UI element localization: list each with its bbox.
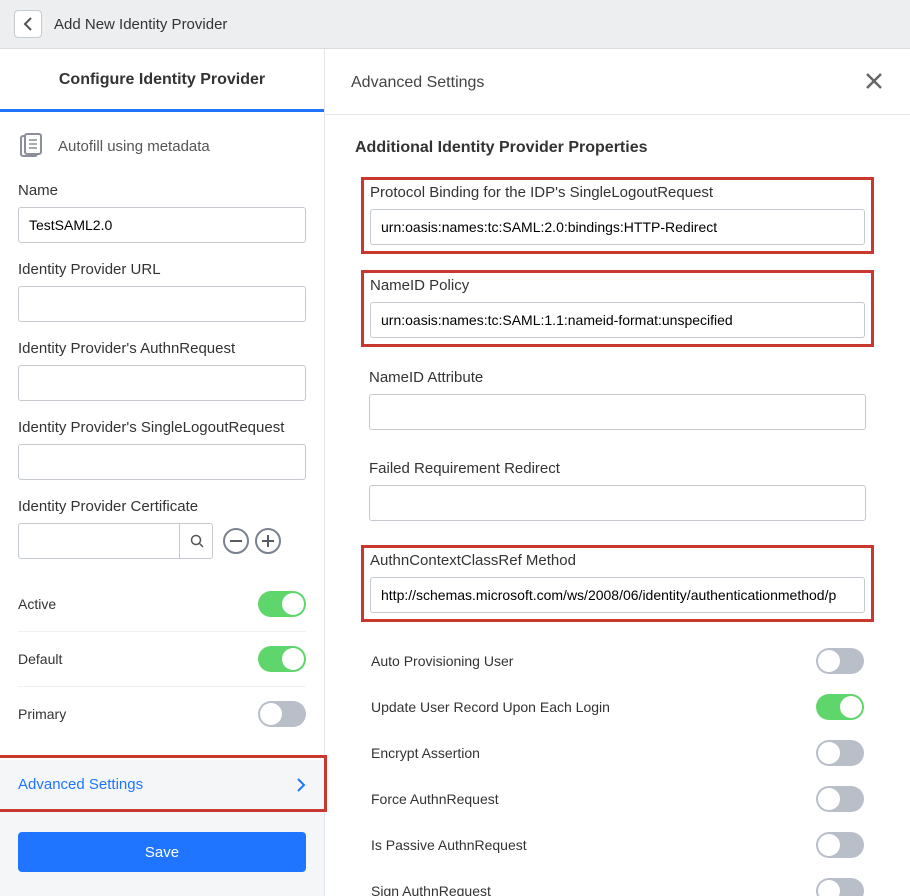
encrypt-label: Encrypt Assertion <box>371 745 480 761</box>
close-icon <box>864 71 884 91</box>
search-icon <box>190 534 204 548</box>
auto-prov-label: Auto Provisioning User <box>371 653 513 669</box>
update-login-label: Update User Record Upon Each Login <box>371 699 610 715</box>
advanced-settings-link[interactable]: Advanced Settings <box>0 760 324 809</box>
name-input[interactable] <box>18 207 306 243</box>
failed-redirect-label: Failed Requirement Redirect <box>369 460 866 477</box>
slo-req-label: Identity Provider's SingleLogoutRequest <box>18 419 306 436</box>
default-label: Default <box>18 651 62 667</box>
cert-label: Identity Provider Certificate <box>18 498 306 515</box>
chevron-left-icon <box>23 17 33 31</box>
sign-authn-label: Sign AuthnRequest <box>371 883 491 896</box>
active-toggle[interactable] <box>258 591 306 617</box>
sign-authn-toggle[interactable] <box>816 878 864 896</box>
encrypt-toggle[interactable] <box>816 740 864 766</box>
force-authn-toggle[interactable] <box>816 786 864 812</box>
close-button[interactable] <box>864 71 884 94</box>
authnctx-label: AuthnContextClassRef Method <box>370 552 865 569</box>
name-label: Name <box>18 182 306 199</box>
primary-toggle[interactable] <box>258 701 306 727</box>
autofill-metadata-link[interactable]: Autofill using metadata <box>18 132 306 160</box>
is-passive-label: Is Passive AuthnRequest <box>371 837 527 853</box>
autofill-label: Autofill using metadata <box>58 138 210 155</box>
failed-redirect-input[interactable] <box>369 485 866 521</box>
left-panel-title: Configure Identity Provider <box>0 49 324 112</box>
idp-url-label: Identity Provider URL <box>18 261 306 278</box>
page-header: Add New Identity Provider <box>0 0 910 49</box>
document-icon <box>18 132 46 160</box>
plus-icon <box>262 535 274 547</box>
page-title: Add New Identity Provider <box>54 16 227 33</box>
default-toggle[interactable] <box>258 646 306 672</box>
auto-prov-toggle[interactable] <box>816 648 864 674</box>
protocol-binding-input[interactable] <box>370 209 865 245</box>
cert-search-button[interactable] <box>179 523 213 559</box>
nameid-attr-input[interactable] <box>369 394 866 430</box>
authnctx-input[interactable] <box>370 577 865 613</box>
is-passive-toggle[interactable] <box>816 832 864 858</box>
chevron-right-icon <box>296 778 306 792</box>
minus-icon <box>230 540 242 542</box>
protocol-binding-label: Protocol Binding for the IDP's SingleLog… <box>370 184 865 201</box>
back-button[interactable] <box>14 10 42 38</box>
authn-req-input[interactable] <box>18 365 306 401</box>
nameid-attr-label: NameID Attribute <box>369 369 866 386</box>
nameid-policy-input[interactable] <box>370 302 865 338</box>
primary-label: Primary <box>18 706 66 722</box>
idp-url-input[interactable] <box>18 286 306 322</box>
active-label: Active <box>18 596 56 612</box>
left-panel: Configure Identity Provider Autofill usi… <box>0 49 325 896</box>
nameid-policy-label: NameID Policy <box>370 277 865 294</box>
save-button[interactable]: Save <box>18 832 306 872</box>
authn-req-label: Identity Provider's AuthnRequest <box>18 340 306 357</box>
section-title: Additional Identity Provider Properties <box>355 139 874 157</box>
right-panel: Advanced Settings Additional Identity Pr… <box>325 49 910 896</box>
advanced-settings-label: Advanced Settings <box>18 776 143 793</box>
slo-req-input[interactable] <box>18 444 306 480</box>
update-login-toggle[interactable] <box>816 694 864 720</box>
cert-remove-button[interactable] <box>223 528 249 554</box>
force-authn-label: Force AuthnRequest <box>371 791 499 807</box>
cert-add-button[interactable] <box>255 528 281 554</box>
right-panel-title: Advanced Settings <box>351 74 484 92</box>
